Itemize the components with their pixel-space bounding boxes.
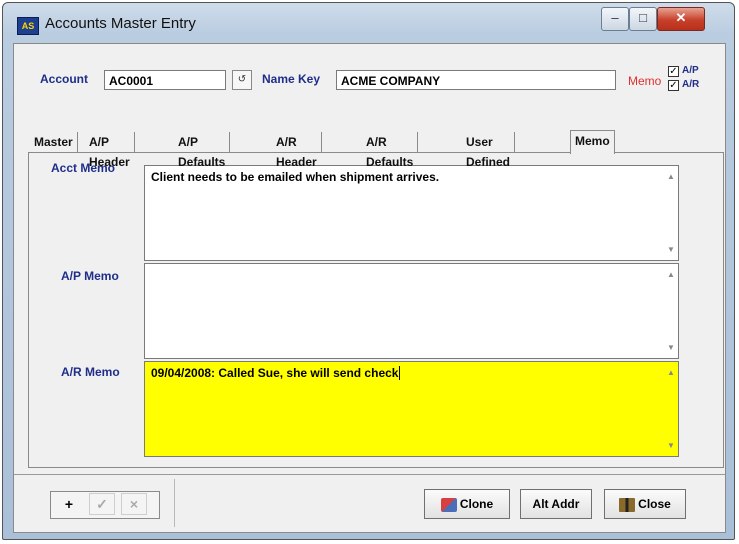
ap-checkbox-label: A/P xyxy=(682,65,699,76)
minimize-icon: – xyxy=(611,10,619,25)
title-bar[interactable]: AS Accounts Master Entry – □ ✕ xyxy=(3,3,734,43)
acct-memo-scrollbar[interactable]: ▲ ▼ xyxy=(664,166,678,260)
acct-memo-textarea[interactable]: Client needs to be emailed when shipment… xyxy=(144,165,679,261)
tab-ar-header[interactable]: A/R Header xyxy=(272,132,322,169)
name-key-field[interactable]: ACME COMPANY xyxy=(336,70,616,90)
memo-flag-label: Memo xyxy=(628,74,662,88)
scroll-up-icon[interactable]: ▲ xyxy=(667,270,675,279)
ar-checkbox-label: A/R xyxy=(682,79,700,90)
button-bar: + ✓ × Clone Alt Addr Close xyxy=(14,474,725,531)
add-record-button[interactable]: + xyxy=(57,494,81,514)
tab-ar-defaults[interactable]: A/R Defaults xyxy=(362,132,419,169)
confirm-record-button[interactable]: ✓ xyxy=(89,493,115,515)
maximize-button[interactable]: □ xyxy=(629,7,657,31)
clone-button-label: Clone xyxy=(459,497,494,511)
footer-divider xyxy=(174,479,175,527)
ap-memo-label: A/P Memo xyxy=(61,269,119,283)
clone-button[interactable]: Clone xyxy=(424,489,510,519)
record-nav-group: + ✓ × xyxy=(50,491,160,519)
account-header: Account AC0001 ↺ Name Key ACME COMPANY M… xyxy=(14,44,725,114)
name-key-label: Name Key xyxy=(262,72,321,86)
lookup-icon: ↺ xyxy=(237,74,247,85)
app-icon: AS xyxy=(17,17,39,35)
cancel-record-button[interactable]: × xyxy=(121,493,147,515)
minimize-button[interactable]: – xyxy=(601,7,629,31)
acct-memo-text: Client needs to be emailed when shipment… xyxy=(151,170,440,184)
close-button-label: Close xyxy=(638,497,671,511)
ar-memo-label: A/R Memo xyxy=(61,365,120,379)
ar-memo-text: 09/04/2008: Called Sue, she will send ch… xyxy=(151,366,399,380)
close-icon: ✕ xyxy=(675,10,687,25)
account-lookup-button[interactable]: ↺ xyxy=(232,70,252,90)
ap-memo-scrollbar[interactable]: ▲ ▼ xyxy=(664,264,678,358)
memo-tab-panel: Acct Memo Client needs to be emailed whe… xyxy=(28,152,724,468)
accounts-master-entry-window: AS Accounts Master Entry – □ ✕ Account A… xyxy=(2,2,735,540)
tab-ap-defaults[interactable]: A/P Defaults xyxy=(174,132,231,169)
tab-memo[interactable]: Memo xyxy=(570,130,615,154)
scroll-down-icon[interactable]: ▼ xyxy=(667,441,675,450)
text-cursor xyxy=(399,366,401,380)
window-title: Accounts Master Entry xyxy=(45,15,196,32)
close-button[interactable]: Close xyxy=(604,489,686,519)
tab-ap-header[interactable]: A/P Header xyxy=(85,132,135,169)
clone-icon xyxy=(440,497,457,512)
scroll-down-icon[interactable]: ▼ xyxy=(667,245,675,254)
ap-memo-textarea[interactable]: ▲ ▼ xyxy=(144,263,679,359)
maximize-icon: □ xyxy=(639,10,647,25)
alt-addr-button[interactable]: Alt Addr xyxy=(520,489,592,519)
ap-checkbox[interactable]: ✓ xyxy=(668,66,679,77)
scroll-up-icon[interactable]: ▲ xyxy=(667,368,675,377)
ar-checkbox[interactable]: ✓ xyxy=(668,80,679,91)
scroll-down-icon[interactable]: ▼ xyxy=(667,343,675,352)
tab-master[interactable]: Master xyxy=(30,132,78,152)
client-area: Account AC0001 ↺ Name Key ACME COMPANY M… xyxy=(13,43,726,533)
tab-user-defined[interactable]: User Defined xyxy=(462,132,515,169)
close-window-button[interactable]: ✕ xyxy=(657,7,705,31)
account-field[interactable]: AC0001 xyxy=(104,70,226,90)
ar-memo-textarea[interactable]: 09/04/2008: Called Sue, she will send ch… xyxy=(144,361,679,457)
scroll-up-icon[interactable]: ▲ xyxy=(667,172,675,181)
door-icon xyxy=(619,497,636,512)
account-label: Account xyxy=(40,72,88,86)
ar-memo-scrollbar[interactable]: ▲ ▼ xyxy=(664,362,678,456)
